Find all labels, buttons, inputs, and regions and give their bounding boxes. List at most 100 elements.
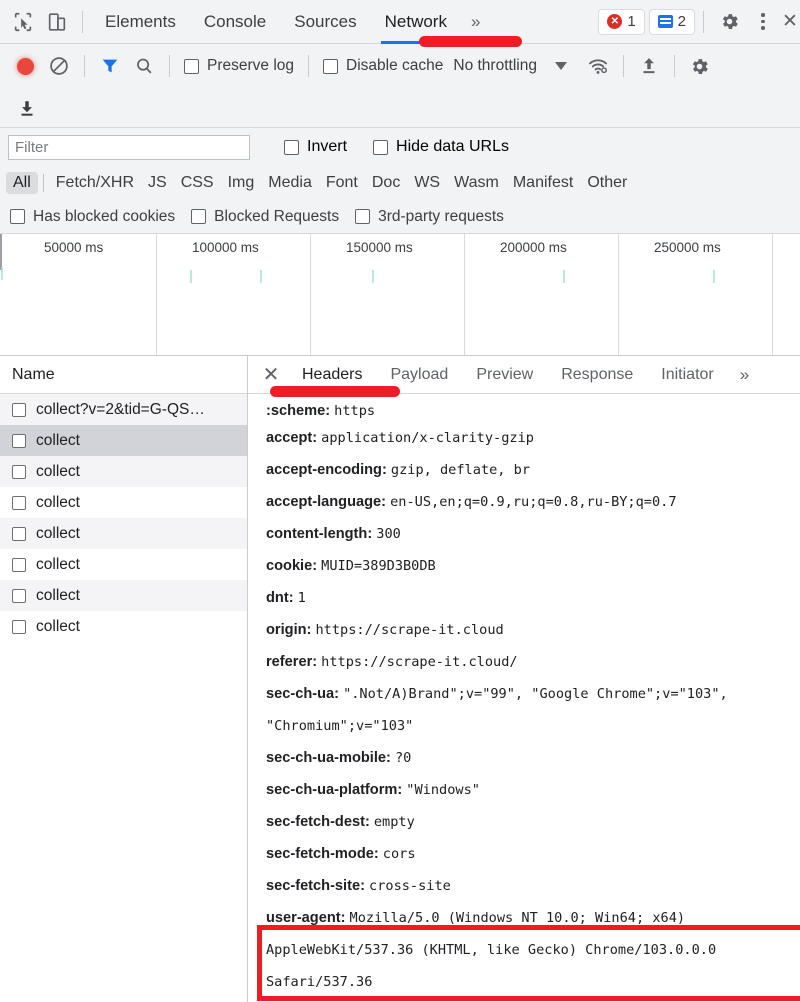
network-toolbar: Preserve log Disable cache No throttling [0, 44, 800, 88]
more-detail-tabs-chevron-icon[interactable]: » [728, 365, 761, 385]
preserve-log-checkbox[interactable]: Preserve log [178, 57, 300, 75]
chip-other[interactable]: Other [580, 172, 634, 194]
filter-funnel-button[interactable] [93, 49, 127, 83]
chip-ws[interactable]: WS [407, 172, 447, 194]
message-count-badge[interactable]: 2 [648, 8, 695, 35]
error-icon: ✕ [607, 14, 623, 29]
chevron-down-icon[interactable] [554, 62, 567, 70]
table-row[interactable]: collect [0, 456, 247, 487]
toolbar-divider-4 [169, 55, 170, 77]
export-har-button[interactable] [10, 91, 44, 125]
chip-css[interactable]: CSS [174, 172, 221, 194]
request-list-header[interactable]: Name [0, 356, 247, 394]
chip-fetch-xhr[interactable]: Fetch/XHR [49, 172, 141, 194]
filter-input[interactable] [8, 134, 250, 160]
chip-media[interactable]: Media [261, 172, 319, 194]
row-checkbox[interactable] [12, 526, 26, 541]
tab-preview[interactable]: Preview [462, 356, 547, 394]
devtools-window: Elements Console Sources Network » ✕ 1 2… [0, 0, 800, 1002]
blocked-requests-checkbox[interactable]: Blocked Requests [191, 208, 339, 226]
table-row[interactable]: collect [0, 611, 247, 642]
row-checkbox[interactable] [12, 495, 26, 510]
table-row[interactable]: collect?v=2&tid=G-QS… [0, 394, 247, 425]
tab-sources-label: Sources [294, 11, 357, 31]
inspect-element-icon[interactable] [6, 5, 40, 39]
overview-tick-label: 150000 ms [346, 240, 413, 255]
header-key: sec-fetch-mode: [266, 846, 379, 862]
row-checkbox[interactable] [12, 557, 26, 572]
header-key: referer: [266, 654, 318, 670]
chip-img[interactable]: Img [221, 172, 262, 194]
hide-data-urls-checkbox[interactable]: Hide data URLs [367, 138, 515, 156]
network-overview-timeline[interactable]: 50000 ms 100000 ms 150000 ms 200000 ms 2… [0, 234, 800, 356]
header-key: content-length: [266, 526, 373, 542]
clear-button[interactable] [42, 49, 76, 83]
table-row[interactable]: collect [0, 580, 247, 611]
header-row-sec-fetch-dest: sec-fetch-dest: empty [266, 806, 800, 838]
header-value: MUID=389D3B0DB [321, 558, 436, 574]
tab-response[interactable]: Response [547, 356, 647, 394]
row-checkbox[interactable] [12, 464, 26, 479]
overview-request-mark [713, 270, 715, 283]
request-list-pane: Name collect?v=2&tid=G-QS… collect colle… [0, 356, 248, 1002]
table-row[interactable]: collect [0, 518, 247, 549]
row-checkbox[interactable] [12, 619, 26, 634]
chip-divider [42, 174, 44, 192]
row-checkbox[interactable] [12, 588, 26, 603]
chip-js[interactable]: JS [141, 172, 174, 194]
message-icon [657, 15, 673, 28]
error-count-badge[interactable]: ✕ 1 [598, 8, 645, 35]
resource-type-filters: All Fetch/XHR JS CSS Img Media Font Doc … [0, 166, 800, 200]
table-row[interactable]: collect [0, 487, 247, 518]
header-key: accept: [266, 430, 318, 446]
header-key: cookie: [266, 558, 318, 574]
tab-response-label: Response [561, 365, 634, 383]
overview-request-mark [372, 270, 374, 283]
chip-all[interactable]: All [6, 172, 38, 194]
row-checkbox[interactable] [12, 433, 26, 448]
chip-font[interactable]: Font [319, 172, 365, 194]
chip-wasm[interactable]: Wasm [447, 172, 506, 194]
close-devtools-icon[interactable]: ✕ [780, 5, 800, 39]
column-header-name: Name [12, 365, 55, 383]
header-row-cookie: cookie: MUID=389D3B0DB [266, 550, 800, 582]
chip-manifest[interactable]: Manifest [506, 172, 580, 194]
chip-doc[interactable]: Doc [365, 172, 407, 194]
gear-icon[interactable] [712, 5, 746, 39]
network-settings-icon[interactable] [683, 49, 717, 83]
tab-console[interactable]: Console [190, 0, 280, 44]
request-name: collect [36, 462, 80, 480]
header-row-accept: accept: application/x-clarity-gzip [266, 422, 800, 454]
header-row-dnt: dnt: 1 [266, 582, 800, 614]
record-button[interactable] [8, 49, 42, 83]
kebab-menu-icon[interactable] [746, 5, 780, 39]
tab-network-label: Network [384, 11, 447, 31]
header-key: sec-fetch-dest: [266, 814, 370, 830]
more-tabs-chevron-icon[interactable]: » [461, 12, 490, 32]
toolbar-divider-3 [84, 55, 85, 77]
request-name: collect [36, 431, 80, 449]
header-value: cors [382, 846, 416, 862]
table-row[interactable]: collect [0, 425, 247, 456]
throttling-select[interactable]: No throttling [449, 57, 541, 75]
disable-cache-checkbox[interactable]: Disable cache [317, 57, 449, 75]
tab-initiator-label: Initiator [661, 365, 714, 383]
request-list: collect?v=2&tid=G-QS… collect collect co… [0, 394, 247, 1002]
row-checkbox[interactable] [12, 402, 26, 417]
annotation-headers-underline [270, 386, 400, 397]
invert-checkbox[interactable]: Invert [278, 138, 353, 156]
tab-initiator[interactable]: Initiator [647, 356, 727, 394]
import-har-button[interactable] [632, 49, 666, 83]
checkbox-box [355, 209, 371, 224]
message-count-label: 2 [677, 13, 686, 30]
has-blocked-cookies-checkbox[interactable]: Has blocked cookies [10, 208, 175, 226]
hide-data-urls-label: Hide data URLs [396, 138, 509, 155]
device-toolbar-icon[interactable] [40, 5, 74, 39]
tab-sources[interactable]: Sources [280, 0, 370, 44]
search-button[interactable] [127, 49, 161, 83]
third-party-requests-checkbox[interactable]: 3rd-party requests [355, 208, 504, 226]
tab-elements[interactable]: Elements [91, 0, 190, 44]
overview-request-mark [1, 267, 3, 280]
table-row[interactable]: collect [0, 549, 247, 580]
network-conditions-icon[interactable] [581, 49, 615, 83]
